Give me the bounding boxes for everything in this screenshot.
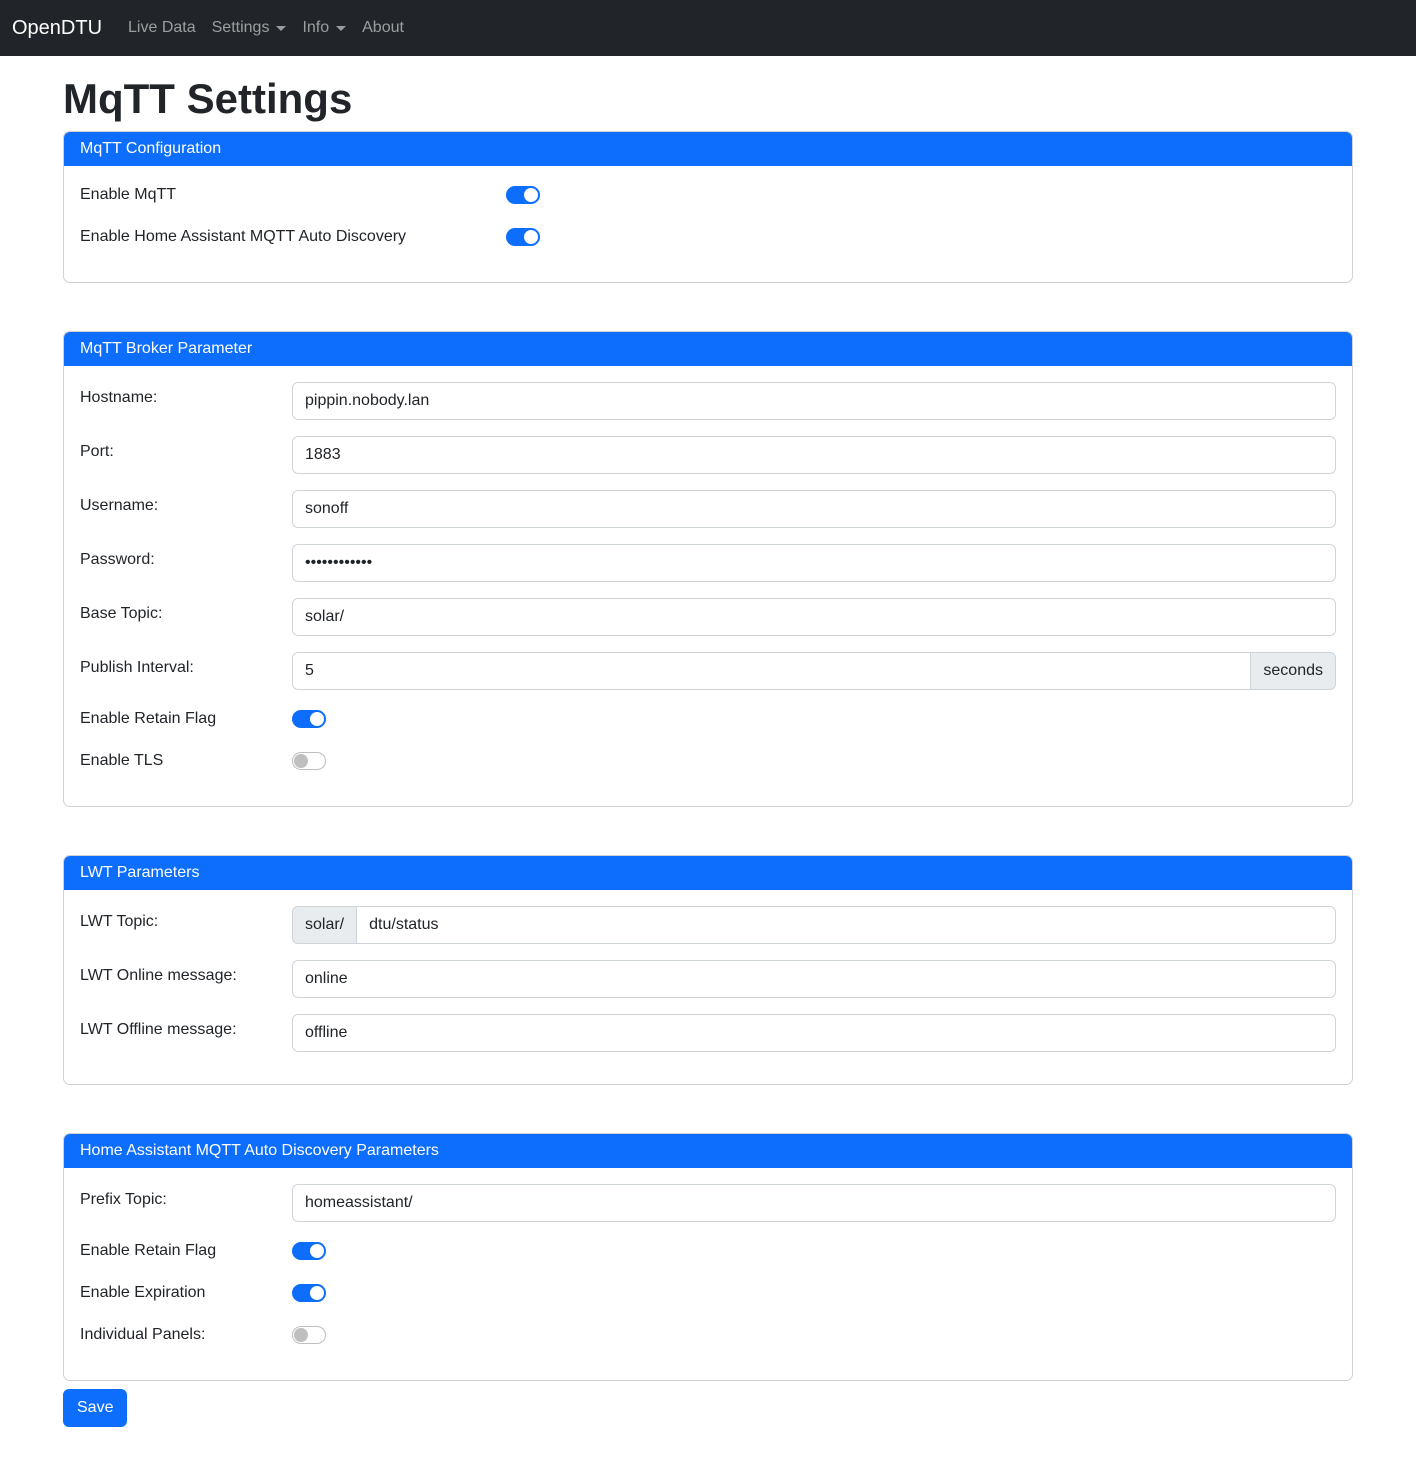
form-row-password: Password: xyxy=(80,544,1336,582)
form-row-enable-hass-discovery: Enable Home Assistant MQTT Auto Discover… xyxy=(80,224,1336,250)
field-label: Publish Interval: xyxy=(80,652,292,690)
input-prefix-base-topic: solar/ xyxy=(292,906,356,944)
port-input[interactable] xyxy=(292,436,1336,474)
field-label: Base Topic: xyxy=(80,598,292,636)
field-label: LWT Online message: xyxy=(80,960,292,998)
field-label: LWT Offline message: xyxy=(80,1014,292,1052)
form-row-hass-retain: Enable Retain Flag xyxy=(80,1238,1336,1264)
field-label: Enable TLS xyxy=(80,752,292,770)
card-header: LWT Parameters xyxy=(64,856,1352,890)
hass-retain-toggle[interactable] xyxy=(292,1242,326,1260)
card-header: MqTT Configuration xyxy=(64,132,1352,166)
base-topic-input[interactable] xyxy=(292,598,1336,636)
prefix-topic-input[interactable] xyxy=(292,1184,1336,1222)
lwt-online-message-input[interactable] xyxy=(292,960,1336,998)
field-label: Prefix Topic: xyxy=(80,1184,292,1222)
switch-knob xyxy=(294,754,308,768)
publish-interval-input[interactable] xyxy=(292,652,1251,690)
form-row-base-topic: Base Topic: xyxy=(80,598,1336,636)
nav-item-label: Live Data xyxy=(128,19,196,37)
switch-knob xyxy=(310,712,324,726)
dropdown-caret-icon xyxy=(276,26,286,31)
form-row-lwt-topic: LWT Topic: solar/ xyxy=(80,906,1336,944)
field-label: Username: xyxy=(80,490,292,528)
card-hass-discovery-parameters: Home Assistant MQTT Auto Discovery Param… xyxy=(63,1133,1353,1381)
nav-item-label: Info xyxy=(302,19,329,37)
form-row-username: Username: xyxy=(80,490,1336,528)
nav-item-settings[interactable]: Settings xyxy=(204,11,295,45)
nav-item-about[interactable]: About xyxy=(354,11,412,45)
field-label: Hostname: xyxy=(80,382,292,420)
switch-knob xyxy=(310,1286,324,1300)
form-row-lwt-offline: LWT Offline message: xyxy=(80,1014,1336,1052)
enable-hass-discovery-toggle[interactable] xyxy=(506,228,540,246)
individual-panels-toggle[interactable] xyxy=(292,1326,326,1344)
field-label: Individual Panels: xyxy=(80,1326,292,1344)
enable-tls-toggle[interactable] xyxy=(292,752,326,770)
nav-item-label: Settings xyxy=(212,19,270,37)
field-label: Enable Expiration xyxy=(80,1284,292,1302)
form-row-enable-mqtt: Enable MqTT xyxy=(80,182,1336,208)
card-lwt-parameters: LWT Parameters LWT Topic: solar/ LWT Onl… xyxy=(63,855,1353,1085)
field-label: Enable Home Assistant MQTT Auto Discover… xyxy=(80,228,506,246)
form-row-lwt-online: LWT Online message: xyxy=(80,960,1336,998)
card-mqtt-configuration: MqTT Configuration Enable MqTT Enable Ho… xyxy=(63,131,1353,283)
form-row-hass-expiration: Enable Expiration xyxy=(80,1280,1336,1306)
field-label: Enable Retain Flag xyxy=(80,710,292,728)
broker-retain-toggle[interactable] xyxy=(292,710,326,728)
page-title: MqTT Settings xyxy=(63,76,1353,122)
form-row-prefix-topic: Prefix Topic: xyxy=(80,1184,1336,1222)
card-mqtt-broker-parameter: MqTT Broker Parameter Hostname: Port: Us… xyxy=(63,331,1353,807)
hass-expiration-toggle[interactable] xyxy=(292,1284,326,1302)
field-label: Port: xyxy=(80,436,292,474)
card-header: MqTT Broker Parameter xyxy=(64,332,1352,366)
field-label: LWT Topic: xyxy=(80,906,292,944)
switch-knob xyxy=(524,230,538,244)
form-row-port: Port: xyxy=(80,436,1336,474)
switch-knob xyxy=(294,1328,308,1342)
brand-opendtu[interactable]: OpenDTU xyxy=(12,17,102,40)
main-content: MqTT Settings MqTT Configuration Enable … xyxy=(63,76,1353,1427)
navbar: OpenDTU Live Data Settings Info About xyxy=(0,0,1416,56)
username-input[interactable] xyxy=(292,490,1336,528)
nav-item-live-data[interactable]: Live Data xyxy=(120,11,204,45)
card-header: Home Assistant MQTT Auto Discovery Param… xyxy=(64,1134,1352,1168)
switch-knob xyxy=(310,1244,324,1258)
nav-item-label: About xyxy=(362,19,404,37)
field-label: Enable MqTT xyxy=(80,186,506,204)
form-row-broker-retain: Enable Retain Flag xyxy=(80,706,1336,732)
form-row-hostname: Hostname: xyxy=(80,382,1336,420)
dropdown-caret-icon xyxy=(336,26,346,31)
field-label: Password: xyxy=(80,544,292,582)
nav-item-info[interactable]: Info xyxy=(294,11,354,45)
switch-knob xyxy=(524,188,538,202)
field-label: Enable Retain Flag xyxy=(80,1242,292,1260)
enable-mqtt-toggle[interactable] xyxy=(506,186,540,204)
form-row-publish-interval: Publish Interval: seconds xyxy=(80,652,1336,690)
lwt-topic-input[interactable] xyxy=(356,906,1336,944)
hostname-input[interactable] xyxy=(292,382,1336,420)
form-row-enable-tls: Enable TLS xyxy=(80,748,1336,774)
save-button[interactable]: Save xyxy=(63,1389,127,1427)
lwt-offline-message-input[interactable] xyxy=(292,1014,1336,1052)
password-input[interactable] xyxy=(292,544,1336,582)
input-suffix-seconds: seconds xyxy=(1251,652,1336,690)
form-row-individual-panels: Individual Panels: xyxy=(80,1322,1336,1348)
